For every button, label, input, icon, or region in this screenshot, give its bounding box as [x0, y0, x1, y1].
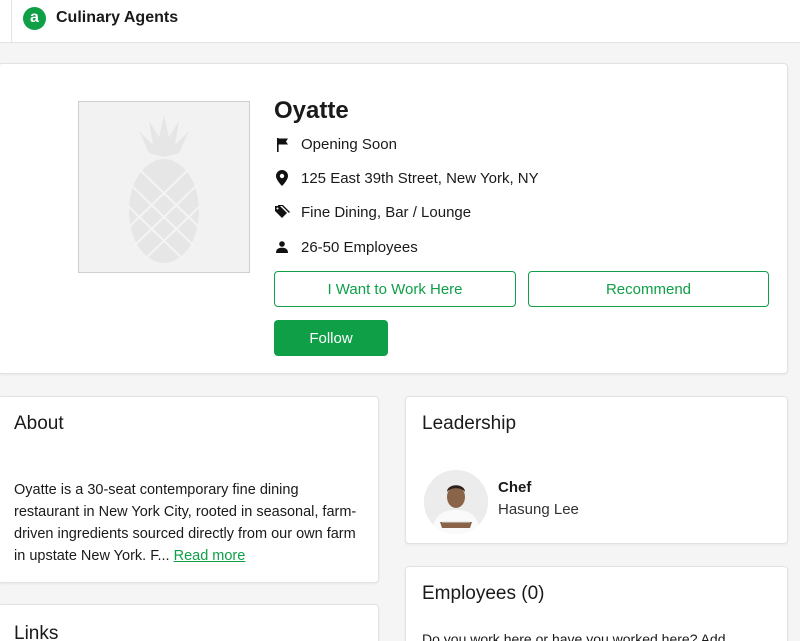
employees-title: Employees (0)	[422, 583, 545, 604]
about-card: About Oyatte is a 30-seat contemporary f…	[0, 396, 379, 583]
company-image	[78, 101, 250, 273]
leadership-title: Leadership	[422, 413, 517, 434]
status-row: Opening Soon	[274, 134, 397, 154]
flag-icon	[274, 136, 290, 152]
employees-card: Employees (0) Do you work here or have y…	[405, 566, 788, 641]
address-row: 125 East 39th Street, New York, NY	[274, 168, 539, 188]
tag-icon	[274, 204, 290, 220]
address-text: 125 East 39th Street, New York, NY	[301, 169, 539, 187]
about-text: Oyatte is a 30-seat contemporary fine di…	[14, 479, 359, 567]
size-row: 26-50 Employees	[274, 237, 418, 257]
employees-prompt: Do you work here or have you worked here…	[422, 631, 726, 641]
map-pin-icon	[274, 170, 290, 186]
links-card: Links	[0, 604, 379, 641]
leader-role: Chef	[498, 479, 532, 496]
chef-avatar-icon	[424, 470, 488, 534]
status-text: Opening Soon	[301, 135, 397, 153]
want-to-work-here-button[interactable]: I Want to Work Here	[274, 271, 516, 307]
avatar[interactable]	[424, 470, 488, 534]
recommend-button[interactable]: Recommend	[528, 271, 769, 307]
read-more-link[interactable]: Read more	[174, 548, 246, 564]
culinary-agents-logo-icon[interactable]: a	[23, 7, 46, 30]
links-title: Links	[14, 623, 59, 641]
pineapple-placeholder-icon	[128, 115, 200, 263]
top-bar-edge	[0, 0, 12, 43]
brand-name[interactable]: Culinary Agents	[56, 9, 178, 27]
leadership-card: Leadership Chef Hasung Lee	[405, 396, 788, 544]
follow-button[interactable]: Follow	[274, 320, 388, 356]
categories-row: Fine Dining, Bar / Lounge	[274, 202, 471, 222]
company-name: Oyatte	[274, 97, 349, 124]
top-bar: a Culinary Agents	[0, 0, 800, 43]
leader-name[interactable]: Hasung Lee	[498, 501, 579, 518]
about-title: About	[14, 413, 64, 434]
size-text: 26-50 Employees	[301, 238, 418, 256]
person-icon	[274, 239, 290, 255]
categories-text: Fine Dining, Bar / Lounge	[301, 203, 472, 221]
